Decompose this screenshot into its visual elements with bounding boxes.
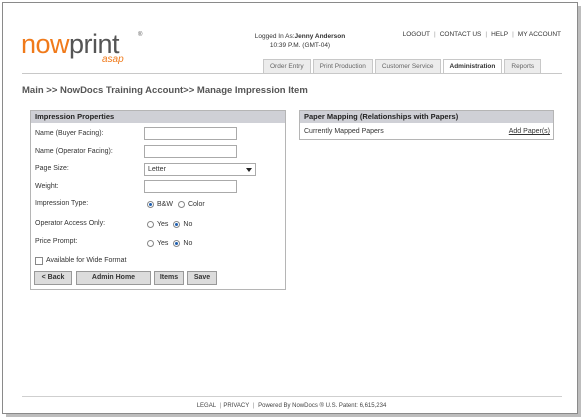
price-prompt-group: Yes No xyxy=(147,240,197,247)
divider: | xyxy=(251,403,257,409)
impression-type-bw-radio[interactable] xyxy=(147,201,154,208)
impression-type-label: Impression Type: xyxy=(35,200,89,207)
wide-format-label: Available for Wide Format xyxy=(46,257,127,264)
main-tabs: Order Entry Print Production Customer Se… xyxy=(263,59,543,73)
logo-trademark: ® xyxy=(138,32,143,38)
divider: | xyxy=(512,31,514,38)
operator-access-group: Yes No xyxy=(147,221,197,228)
no-label: No xyxy=(183,221,193,228)
operator-access-label: Operator Access Only: xyxy=(35,220,106,227)
footer-divider xyxy=(22,396,562,397)
price-prompt-yes-radio[interactable] xyxy=(147,240,154,247)
weight-label: Weight: xyxy=(35,183,59,190)
logout-link[interactable]: LOGOUT xyxy=(403,31,430,38)
operator-access-yes-radio[interactable] xyxy=(147,221,154,228)
name-operator-input[interactable] xyxy=(144,145,237,158)
page-size-value: Letter xyxy=(148,166,166,173)
paper-mapping-panel: Paper Mapping (Relationships with Papers… xyxy=(299,110,554,140)
impression-properties-panel: Impression Properties Name (Buyer Facing… xyxy=(30,110,286,290)
yes-label: Yes xyxy=(157,221,169,228)
items-button[interactable]: Items xyxy=(154,271,184,285)
page-size-label: Page Size: xyxy=(35,165,69,172)
price-prompt-label: Price Prompt: xyxy=(35,238,78,245)
weight-input[interactable] xyxy=(144,180,237,193)
name-buyer-label: Name (Buyer Facing): xyxy=(35,130,104,137)
footer: LEGAL | PRIVACY | Powered By NowDocs ® U.… xyxy=(0,403,583,409)
chevron-down-icon xyxy=(246,168,252,172)
breadcrumb: Main >> NowDocs Training Account>> Manag… xyxy=(22,85,308,96)
bw-label: B&W xyxy=(157,201,173,208)
logo-now-text: now xyxy=(21,29,70,59)
page-size-select[interactable]: Letter xyxy=(144,163,256,176)
panel-title: Impression Properties xyxy=(31,111,285,123)
powered-by-text: Powered By NowDocs ® U.S. Patent: 6,615,… xyxy=(258,403,387,409)
save-button[interactable]: Save xyxy=(187,271,217,285)
user-info: Logged In As:Jenny Anderson 10:39 P.M. (… xyxy=(230,32,370,50)
tab-administration[interactable]: Administration xyxy=(442,59,503,73)
back-button[interactable]: < Back xyxy=(34,271,72,285)
frame-shadow-right xyxy=(578,6,581,416)
top-links: LOGOUT | CONTACT US | HELP | MY ACCOUNT xyxy=(403,31,561,38)
admin-home-button[interactable]: Admin Home xyxy=(76,271,151,285)
frame-shadow-bottom xyxy=(6,414,581,417)
my-account-link[interactable]: MY ACCOUNT xyxy=(518,31,561,38)
panel-title: Paper Mapping (Relationships with Papers… xyxy=(300,111,553,123)
tab-underline xyxy=(22,73,562,74)
legal-link[interactable]: LEGAL xyxy=(197,403,216,409)
impression-type-color-radio[interactable] xyxy=(177,201,185,208)
add-papers-link[interactable]: Add Paper(s) xyxy=(509,128,550,135)
color-label: Color xyxy=(187,201,205,208)
yes-label: Yes xyxy=(157,240,169,247)
no-label: No xyxy=(183,240,193,247)
divider: | xyxy=(485,31,488,38)
tab-order-entry[interactable]: Order Entry xyxy=(263,59,311,73)
divider: | xyxy=(218,403,222,409)
operator-access-no-radio[interactable] xyxy=(173,221,181,228)
help-link[interactable]: HELP xyxy=(491,31,508,38)
logged-in-label: Logged In As: xyxy=(254,33,295,40)
divider: | xyxy=(434,31,436,38)
price-prompt-no-radio[interactable] xyxy=(173,240,181,247)
currently-mapped-label: Currently Mapped Papers xyxy=(304,128,384,135)
wide-format-checkbox[interactable] xyxy=(35,257,43,265)
name-buyer-input[interactable] xyxy=(144,127,237,140)
tab-print-production[interactable]: Print Production xyxy=(312,59,373,73)
contact-us-link[interactable]: CONTACT US xyxy=(440,31,482,38)
user-name: Jenny Anderson xyxy=(294,33,346,40)
privacy-link[interactable]: PRIVACY xyxy=(223,403,249,409)
name-operator-label: Name (Operator Facing): xyxy=(35,148,113,155)
tab-reports[interactable]: Reports xyxy=(504,59,542,73)
impression-type-group: B&W Color xyxy=(147,201,210,208)
nowprint-logo: nowprint ® asap xyxy=(21,29,151,69)
tab-customer-service[interactable]: Customer Service xyxy=(374,59,441,73)
logo-asap-text: asap xyxy=(102,54,124,65)
user-time: 10:39 P.M. (GMT-04) xyxy=(269,42,331,49)
